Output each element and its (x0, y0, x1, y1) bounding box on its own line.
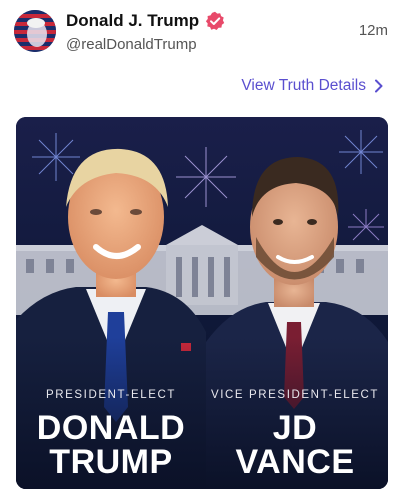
view-truth-details-label: View Truth Details (241, 77, 366, 94)
president-elect-name-line1: DONALD (36, 409, 186, 447)
vice-president-elect-name-line1: JD (272, 409, 318, 447)
post-header: Donald J. Trump @realDonaldTrump 12m (14, 10, 390, 56)
president-elect-name-line2: TRUMP (49, 443, 173, 481)
avatar[interactable] (14, 10, 56, 52)
vice-president-elect-name-line2: VANCE (235, 443, 355, 481)
post-image[interactable]: PRESIDENT-ELECT DONALD TRUMP VICE PRESID… (16, 117, 388, 489)
post-timestamp[interactable]: 12m (359, 22, 388, 39)
vice-president-elect-caption: VICE PRESIDENT-ELECT JD VANCE (206, 389, 384, 479)
truth-post: Donald J. Trump @realDonaldTrump 12m Vie… (0, 0, 404, 500)
verified-badge-icon (205, 11, 225, 31)
author-handle[interactable]: @realDonaldTrump (66, 36, 225, 53)
president-elect-role: PRESIDENT-ELECT (45, 389, 177, 401)
view-truth-details-link[interactable]: View Truth Details (241, 75, 384, 97)
president-elect-caption: PRESIDENT-ELECT DONALD TRUMP (22, 389, 200, 479)
author-name[interactable]: Donald J. Trump (66, 11, 199, 31)
vice-president-elect-role: VICE PRESIDENT-ELECT (210, 389, 380, 401)
chevron-right-icon (375, 79, 383, 93)
